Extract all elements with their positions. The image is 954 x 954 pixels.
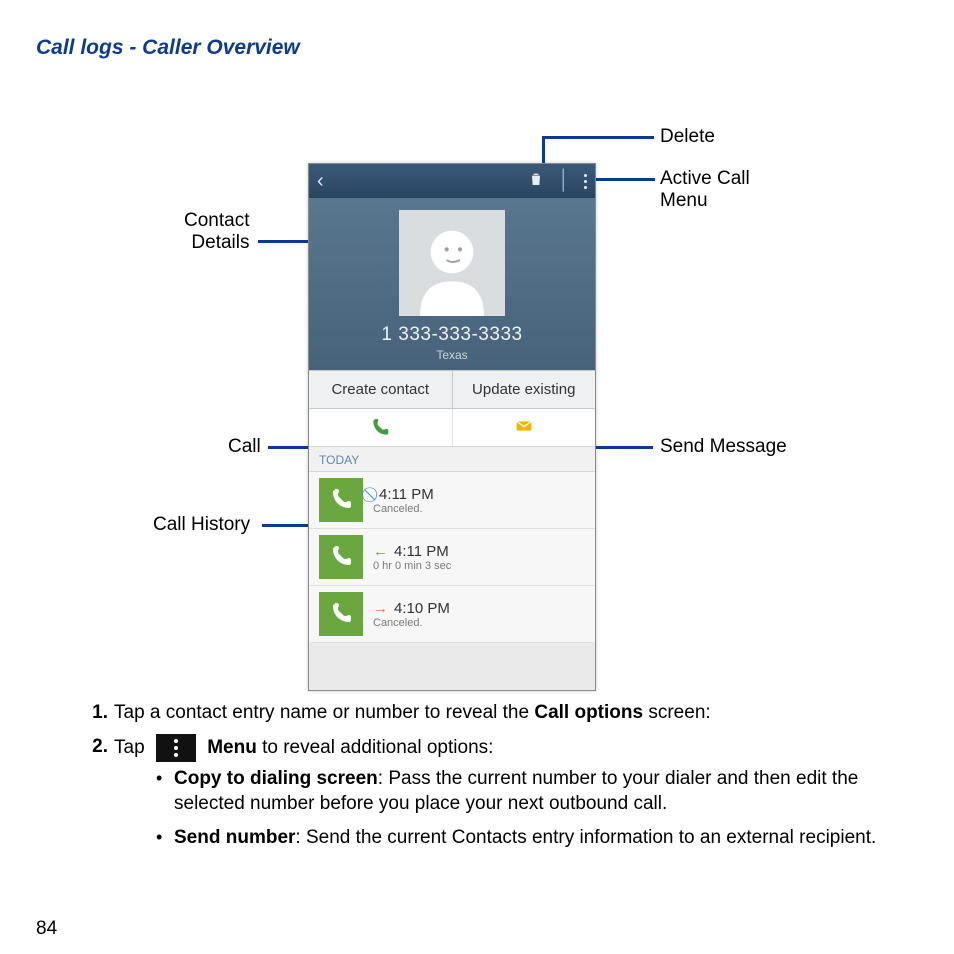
callout-active-call-menu: Active Call Menu [660,168,750,212]
step-text: to reveal additional options: [257,737,494,758]
contact-actions-row: Create contact Update existing [309,370,595,409]
callout-call: Call [228,436,261,458]
log-date-header: TODAY [309,447,595,472]
section-heading: Call logs - Caller Overview [36,36,918,60]
call-type-icon [319,478,363,522]
log-time: 4:11 PM [379,486,434,503]
step-number: 1. [80,700,108,726]
call-log-item[interactable]: ← 4:11 PM 0 hr 0 min 3 sec [309,529,595,586]
callout-contact-details: Contact Details [184,210,249,254]
log-sub: Canceled. [373,503,434,515]
comm-actions-row [309,409,595,447]
step-1: 1. Tap a contact entry name or number to… [80,700,908,726]
log-sub: Canceled. [373,617,450,629]
callout-call-history: Call History [153,514,250,536]
callout-text: Details [191,232,249,253]
update-existing-button[interactable]: Update existing [453,371,596,408]
step-text-bold: Menu [207,737,257,758]
step-text-bold: Call options [534,702,643,723]
step-2: 2. Tap Menu to reveal additional options… [80,734,908,859]
outgoing-arrow-icon: → [373,600,388,617]
log-sub: 0 hr 0 min 3 sec [373,560,451,572]
call-log-item[interactable]: ⃠4:11 PM Canceled. [309,472,595,529]
callout-text: Contact [184,210,249,231]
contact-details-pane[interactable]: 1 333-333-3333 Texas [309,198,595,370]
option-text: : Send the current Contacts entry inform… [295,827,876,848]
step-text: Tap [114,737,150,758]
phone-titlebar: ‹ │ [309,164,595,198]
log-time: 4:10 PM [394,600,450,617]
call-button[interactable] [309,409,453,446]
message-button[interactable] [453,409,596,446]
call-type-icon [319,592,363,636]
avatar [399,210,505,316]
menu-icon[interactable] [584,174,587,189]
back-icon[interactable]: ‹ [317,170,324,193]
contact-location: Texas [309,348,595,362]
log-time: 4:11 PM [394,543,449,560]
step-number: 2. [80,734,108,760]
create-contact-button[interactable]: Create contact [309,371,453,408]
step-text: Tap a contact entry name or number to re… [114,702,534,723]
option-bold: Send number [174,827,295,848]
option-item: Copy to dialing screen: Pass the current… [156,766,908,817]
call-log-item[interactable]: → 4:10 PM Canceled. [309,586,595,643]
option-item: Send number: Send the current Contacts e… [156,825,908,851]
callout-send-message: Send Message [660,436,787,458]
callout-text: Active Call [660,168,750,189]
delete-icon[interactable] [528,171,544,191]
page-number: 84 [36,918,57,940]
callout-text: Menu [660,190,708,211]
instructions: 1. Tap a contact entry name or number to… [36,700,918,859]
phone-screenshot: ‹ │ 1 333 [308,163,596,691]
incoming-arrow-icon: ← [373,543,388,560]
call-type-icon [319,535,363,579]
callout-delete: Delete [660,126,715,148]
contact-number: 1 333-333-3333 [309,324,595,346]
menu-icon [156,734,196,762]
step-text: screen: [643,702,711,723]
option-bold: Copy to dialing screen [174,768,378,789]
annotated-diagram: Delete Active Call Menu Contact Details … [36,78,918,688]
